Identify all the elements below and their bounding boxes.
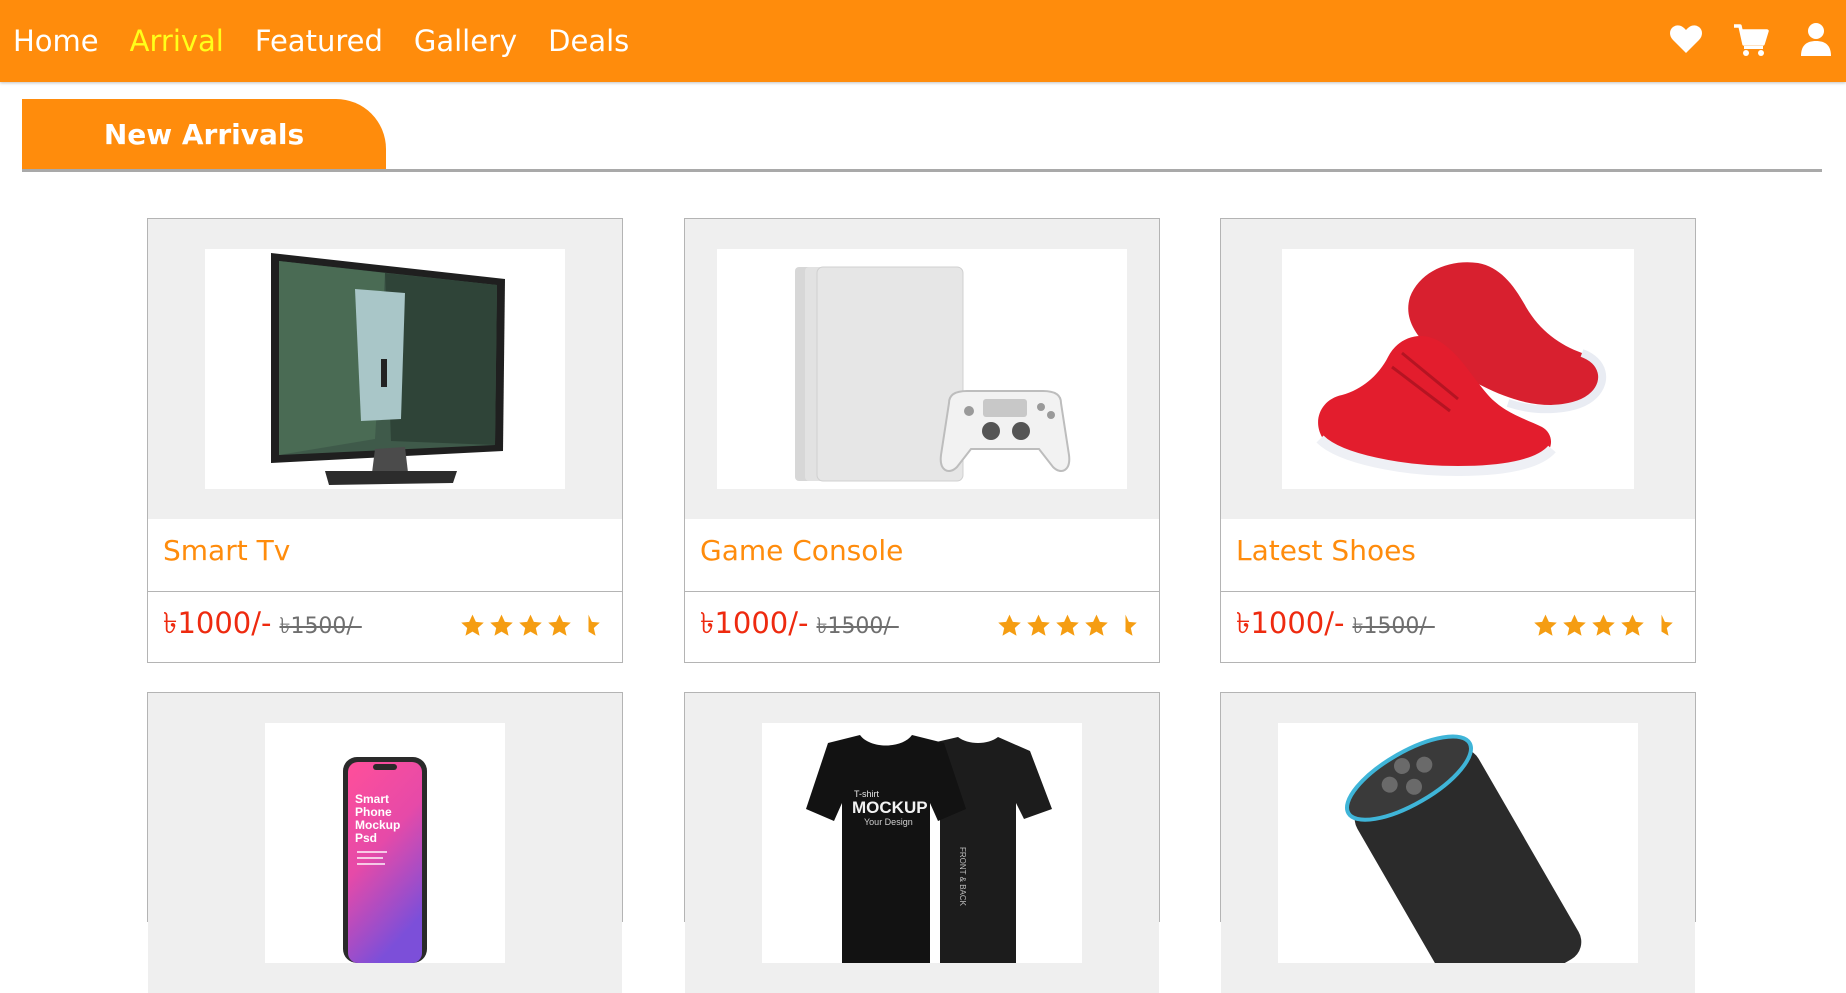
nav-link-deals[interactable]: Deals: [548, 26, 629, 56]
tshirt-text-line-3: Your Design: [864, 817, 913, 827]
smart-tv-image: [205, 249, 565, 489]
section-tab: New Arrivals: [22, 99, 386, 170]
product-name[interactable]: Smart Tv: [163, 537, 290, 565]
card-divider: [148, 591, 622, 592]
rating-stars: [1530, 613, 1675, 639]
section-divider: [22, 169, 1822, 172]
star-icon: [1083, 613, 1110, 639]
price-row: ৳1000/- ৳1500/-: [1236, 609, 1435, 649]
star-icon: [517, 613, 544, 639]
star-icon: [1532, 613, 1559, 639]
star-icon: [1025, 613, 1052, 639]
phone-text-line-2: Phone: [355, 805, 392, 819]
product-name[interactable]: Game Console: [700, 537, 903, 565]
phone-text-line-3: Mockup: [355, 818, 400, 832]
section-title: New Arrivals: [103, 117, 305, 151]
top-navbar: Home Arrival Featured Gallery Deals: [0, 0, 1846, 82]
product-card[interactable]: Game Console ৳1000/- ৳1500/-: [684, 218, 1160, 663]
price-original: ৳1500/-: [1352, 614, 1435, 639]
shoes-image: [1282, 249, 1634, 489]
game-console-image: [717, 249, 1127, 489]
section-header: New Arrivals: [22, 99, 1822, 173]
star-icon: [1054, 613, 1081, 639]
star-icon: [1590, 613, 1617, 639]
star-half-icon: [575, 613, 602, 639]
tshirt-text-line-4: FRONT & BACK: [958, 847, 967, 907]
star-half-icon: [1648, 613, 1675, 639]
star-icon: [546, 613, 573, 639]
card-media: [685, 219, 1159, 519]
card-media: [1221, 219, 1695, 519]
card-divider: [1221, 591, 1695, 592]
rating-stars: [994, 613, 1139, 639]
rating-stars: [457, 613, 602, 639]
product-card[interactable]: [1220, 692, 1696, 993]
user-icon[interactable]: [1798, 21, 1834, 57]
card-media: [1221, 693, 1695, 993]
nav-link-featured[interactable]: Featured: [255, 26, 383, 56]
star-icon: [996, 613, 1023, 639]
phone-text-line-4: Psd: [355, 831, 377, 845]
smart-speaker-image: [1278, 723, 1638, 963]
card-media: [148, 219, 622, 519]
smartphone-mockup-image: Smart Phone Mockup Psd: [265, 723, 505, 963]
nav-links: Home Arrival Featured Gallery Deals: [13, 0, 660, 82]
nav-link-arrival[interactable]: Arrival: [130, 26, 224, 56]
heart-icon[interactable]: [1668, 21, 1704, 57]
tshirt-mockup-image: T-shirt MOCKUP Your Design FRONT & BACK: [762, 723, 1082, 963]
cart-icon[interactable]: [1733, 21, 1769, 57]
price-original: ৳1500/-: [816, 614, 899, 639]
star-icon: [459, 613, 486, 639]
star-icon: [1619, 613, 1646, 639]
product-card[interactable]: Smart Phone Mockup Psd: [147, 692, 623, 993]
product-card[interactable]: Latest Shoes ৳1000/- ৳1500/-: [1220, 218, 1696, 663]
product-card[interactable]: Smart Tv ৳1000/- ৳1500/-: [147, 218, 623, 663]
nav-link-home[interactable]: Home: [13, 26, 99, 56]
price-current: ৳1000/-: [700, 606, 809, 640]
nav-icons: [1639, 21, 1834, 57]
nav-link-gallery[interactable]: Gallery: [414, 26, 517, 56]
price-row: ৳1000/- ৳1500/-: [700, 609, 899, 649]
phone-text-line-1: Smart: [355, 792, 389, 806]
card-media: Smart Phone Mockup Psd: [148, 693, 622, 993]
card-media: T-shirt MOCKUP Your Design FRONT & BACK: [685, 693, 1159, 993]
price-current: ৳1000/-: [163, 606, 272, 640]
card-divider: [685, 591, 1159, 592]
price-current: ৳1000/-: [1236, 606, 1345, 640]
price-original: ৳1500/-: [279, 614, 362, 639]
tshirt-text-line-2: MOCKUP: [852, 798, 928, 817]
star-icon: [1561, 613, 1588, 639]
price-row: ৳1000/- ৳1500/-: [163, 609, 362, 649]
product-name[interactable]: Latest Shoes: [1236, 537, 1416, 565]
star-half-icon: [1112, 613, 1139, 639]
product-card[interactable]: T-shirt MOCKUP Your Design FRONT & BACK: [684, 692, 1160, 993]
star-icon: [488, 613, 515, 639]
